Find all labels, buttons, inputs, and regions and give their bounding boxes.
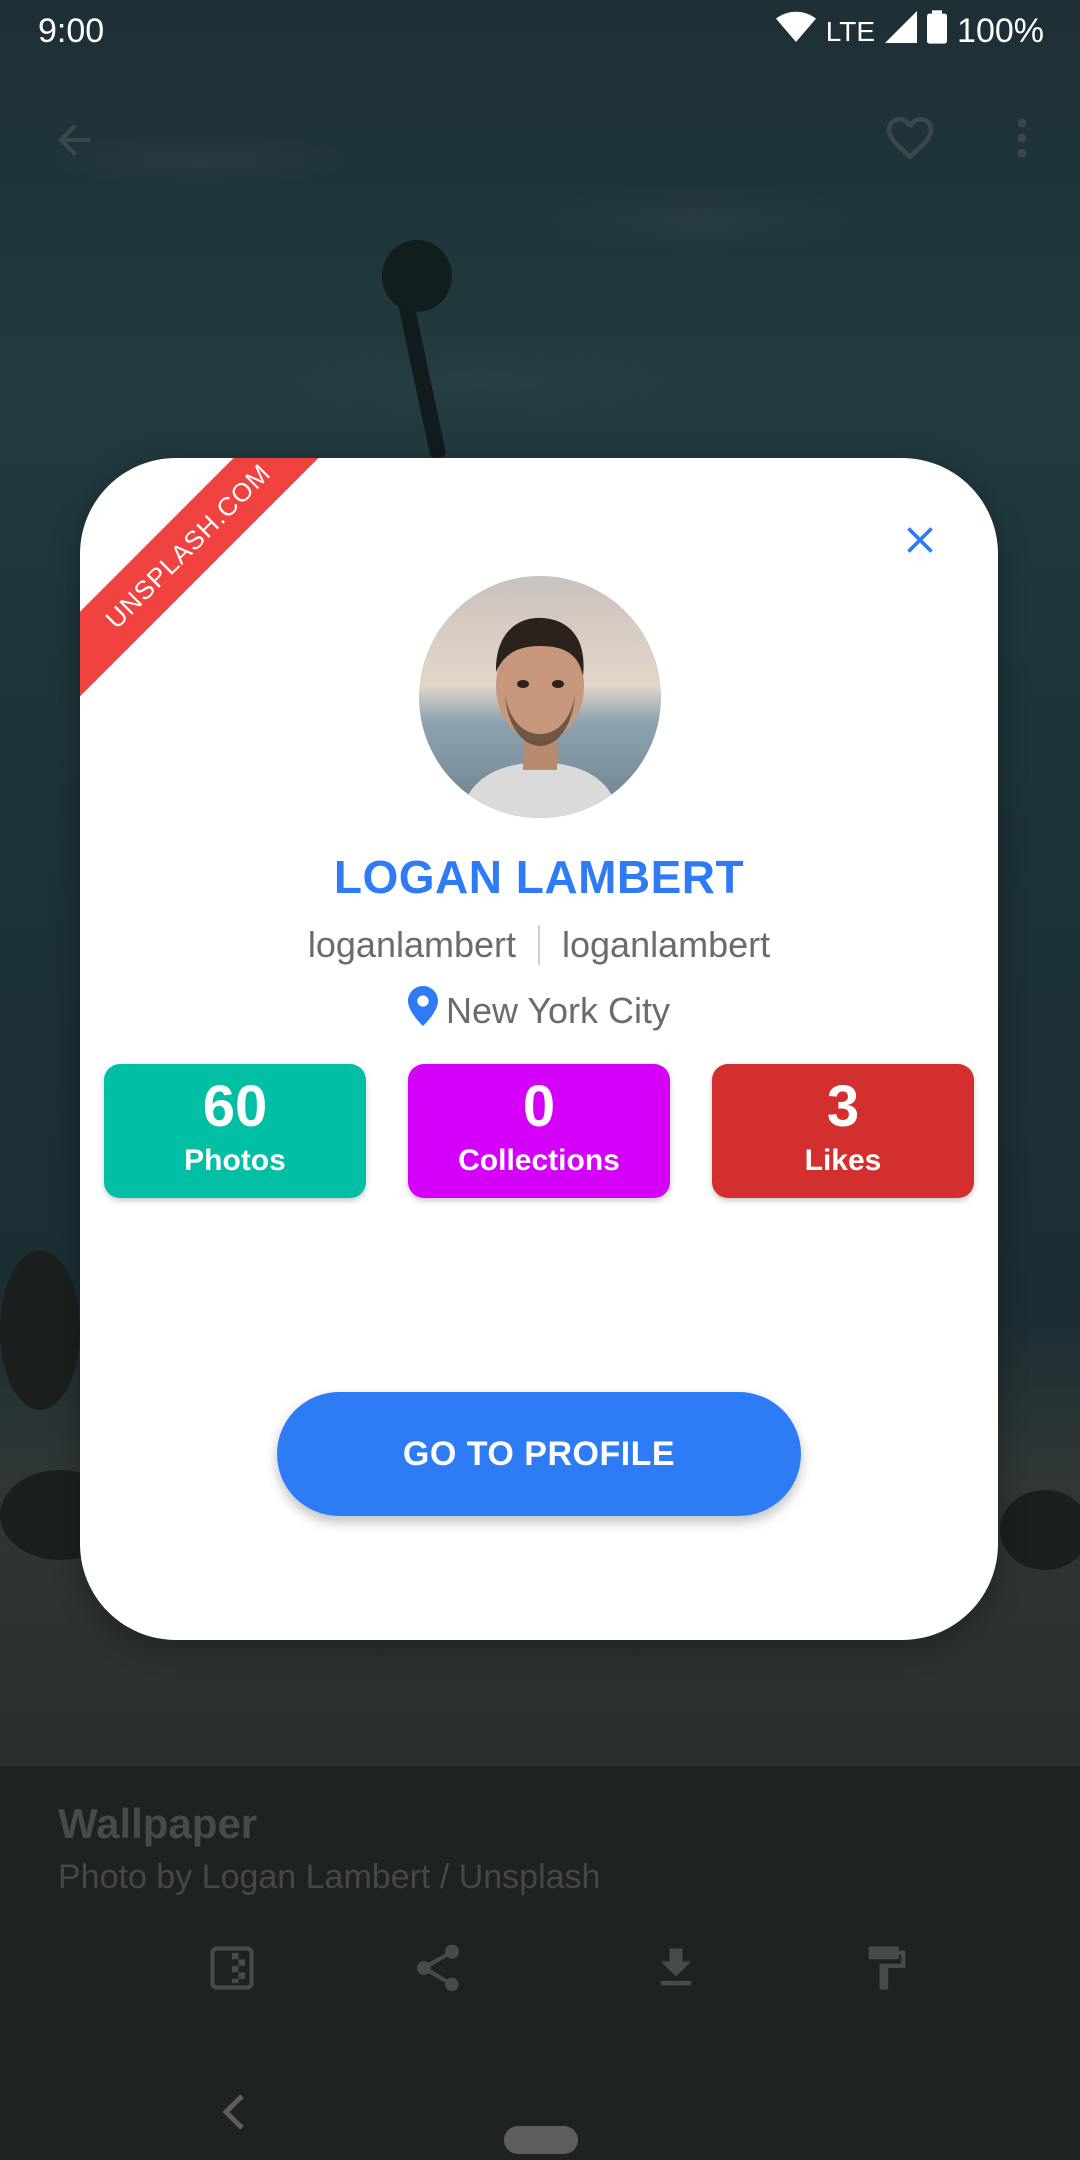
location-row: New York City <box>80 986 998 1035</box>
battery-icon <box>927 10 948 53</box>
close-icon[interactable] <box>888 508 952 572</box>
location-pin-icon <box>407 986 438 1035</box>
location-text: New York City <box>445 989 671 1031</box>
user-name: LOGAN LAMBERT <box>333 851 745 903</box>
signal-icon <box>885 11 918 52</box>
status-bar: 9:00 LTE 100% <box>0 0 1080 64</box>
usernames-row: loganlambert loganlambert <box>80 924 998 966</box>
stat-photos[interactable]: 60 Photos <box>104 1064 366 1198</box>
stat-label: Photos <box>184 1144 286 1177</box>
username-primary: loganlambert <box>307 924 516 965</box>
avatar <box>419 576 661 818</box>
stat-label: Collections <box>458 1144 620 1177</box>
stat-value: 0 <box>522 1074 556 1139</box>
username-secondary: loganlambert <box>562 924 771 965</box>
divider <box>538 925 540 965</box>
user-profile-dialog: UNSPLASH.COM LOGAN LAMBERT loganlambert … <box>80 458 998 1640</box>
go-to-profile-button[interactable]: GO TO PROFILE <box>277 1392 801 1516</box>
stat-value: 60 <box>202 1074 268 1139</box>
unsplash-ribbon: UNSPLASH.COM <box>80 458 351 709</box>
stat-likes[interactable]: 3 Likes <box>712 1064 974 1198</box>
stat-label: Likes <box>804 1144 882 1177</box>
wifi-icon <box>775 11 816 52</box>
battery-percent: 100% <box>957 12 1044 50</box>
wallpaper-detail-screen: Wallpaper Photo by Logan Lambert / Unspl… <box>0 0 1080 2160</box>
status-time: 9:00 <box>38 12 105 50</box>
stat-value: 3 <box>826 1074 860 1139</box>
network-type: LTE <box>825 15 876 47</box>
stat-collections[interactable]: 0 Collections <box>408 1064 670 1198</box>
